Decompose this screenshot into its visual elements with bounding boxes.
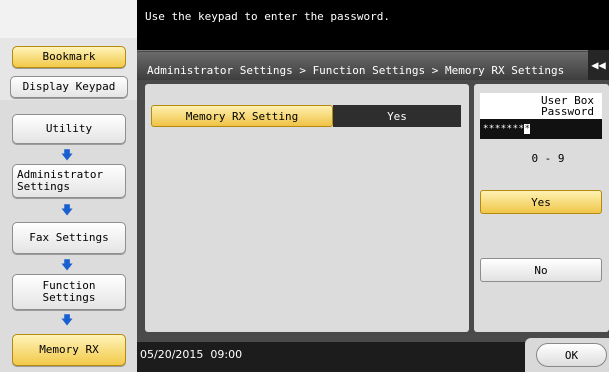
memory-rx-setting-button[interactable]: Memory RX Setting bbox=[151, 105, 333, 127]
arrow-down-icon: 🡇 bbox=[60, 203, 74, 217]
sidebar-top-strip bbox=[0, 0, 137, 38]
sidebar-item-memory-rx[interactable]: Memory RX bbox=[12, 334, 126, 366]
setting-label: Memory RX Setting bbox=[185, 109, 299, 123]
breadcrumb: Administrator Settings > Function Settin… bbox=[147, 64, 565, 77]
password-input[interactable]: ******** bbox=[480, 119, 602, 139]
sidebar-item-administrator-settings[interactable]: Administrator Settings bbox=[12, 164, 126, 198]
sidebar-item-label: Utility bbox=[45, 122, 93, 135]
password-range-hint: 0 - 9 bbox=[531, 152, 565, 165]
instruction-message: Use the keypad to enter the password. bbox=[145, 10, 391, 23]
setting-value: Yes bbox=[333, 105, 461, 127]
bookmark-button[interactable]: Bookmark bbox=[12, 46, 126, 68]
ok-label: OK bbox=[564, 348, 579, 362]
ok-button[interactable]: OK bbox=[536, 343, 607, 367]
password-masked-value: ******* bbox=[483, 124, 525, 134]
sidebar-item-label: Administrator Settings bbox=[17, 168, 104, 193]
datetime: 05/20/2015 09:00 bbox=[140, 348, 243, 361]
text-cursor: * bbox=[524, 124, 531, 134]
yes-button[interactable]: Yes bbox=[480, 190, 602, 214]
arrow-down-icon: 🡇 bbox=[60, 258, 74, 272]
sidebar-item-label: Memory RX bbox=[39, 343, 99, 356]
display-keypad-button[interactable]: Display Keypad bbox=[10, 76, 128, 98]
password-title: User Box Password bbox=[480, 93, 602, 120]
bookmark-label: Bookmark bbox=[42, 50, 96, 63]
display-keypad-label: Display Keypad bbox=[22, 80, 116, 93]
yes-label: Yes bbox=[531, 195, 551, 209]
no-button[interactable]: No bbox=[480, 258, 602, 282]
sidebar-item-function-settings[interactable]: Function Settings bbox=[12, 274, 126, 310]
sidebar-item-label: Function Settings bbox=[42, 279, 96, 304]
arrow-down-icon: 🡇 bbox=[60, 148, 74, 162]
double-chevron-left-icon: ◀◀ bbox=[591, 58, 606, 72]
sidebar-item-label: Fax Settings bbox=[29, 231, 109, 244]
sidebar-item-fax-settings[interactable]: Fax Settings bbox=[12, 222, 126, 254]
arrow-down-icon: 🡇 bbox=[60, 313, 74, 327]
screen: Bookmark Display Keypad Utility 🡇 Admini… bbox=[0, 0, 609, 372]
collapse-panel-button[interactable]: ◀◀ bbox=[588, 50, 609, 80]
sidebar-item-utility[interactable]: Utility bbox=[12, 114, 126, 144]
no-label: No bbox=[534, 263, 548, 277]
